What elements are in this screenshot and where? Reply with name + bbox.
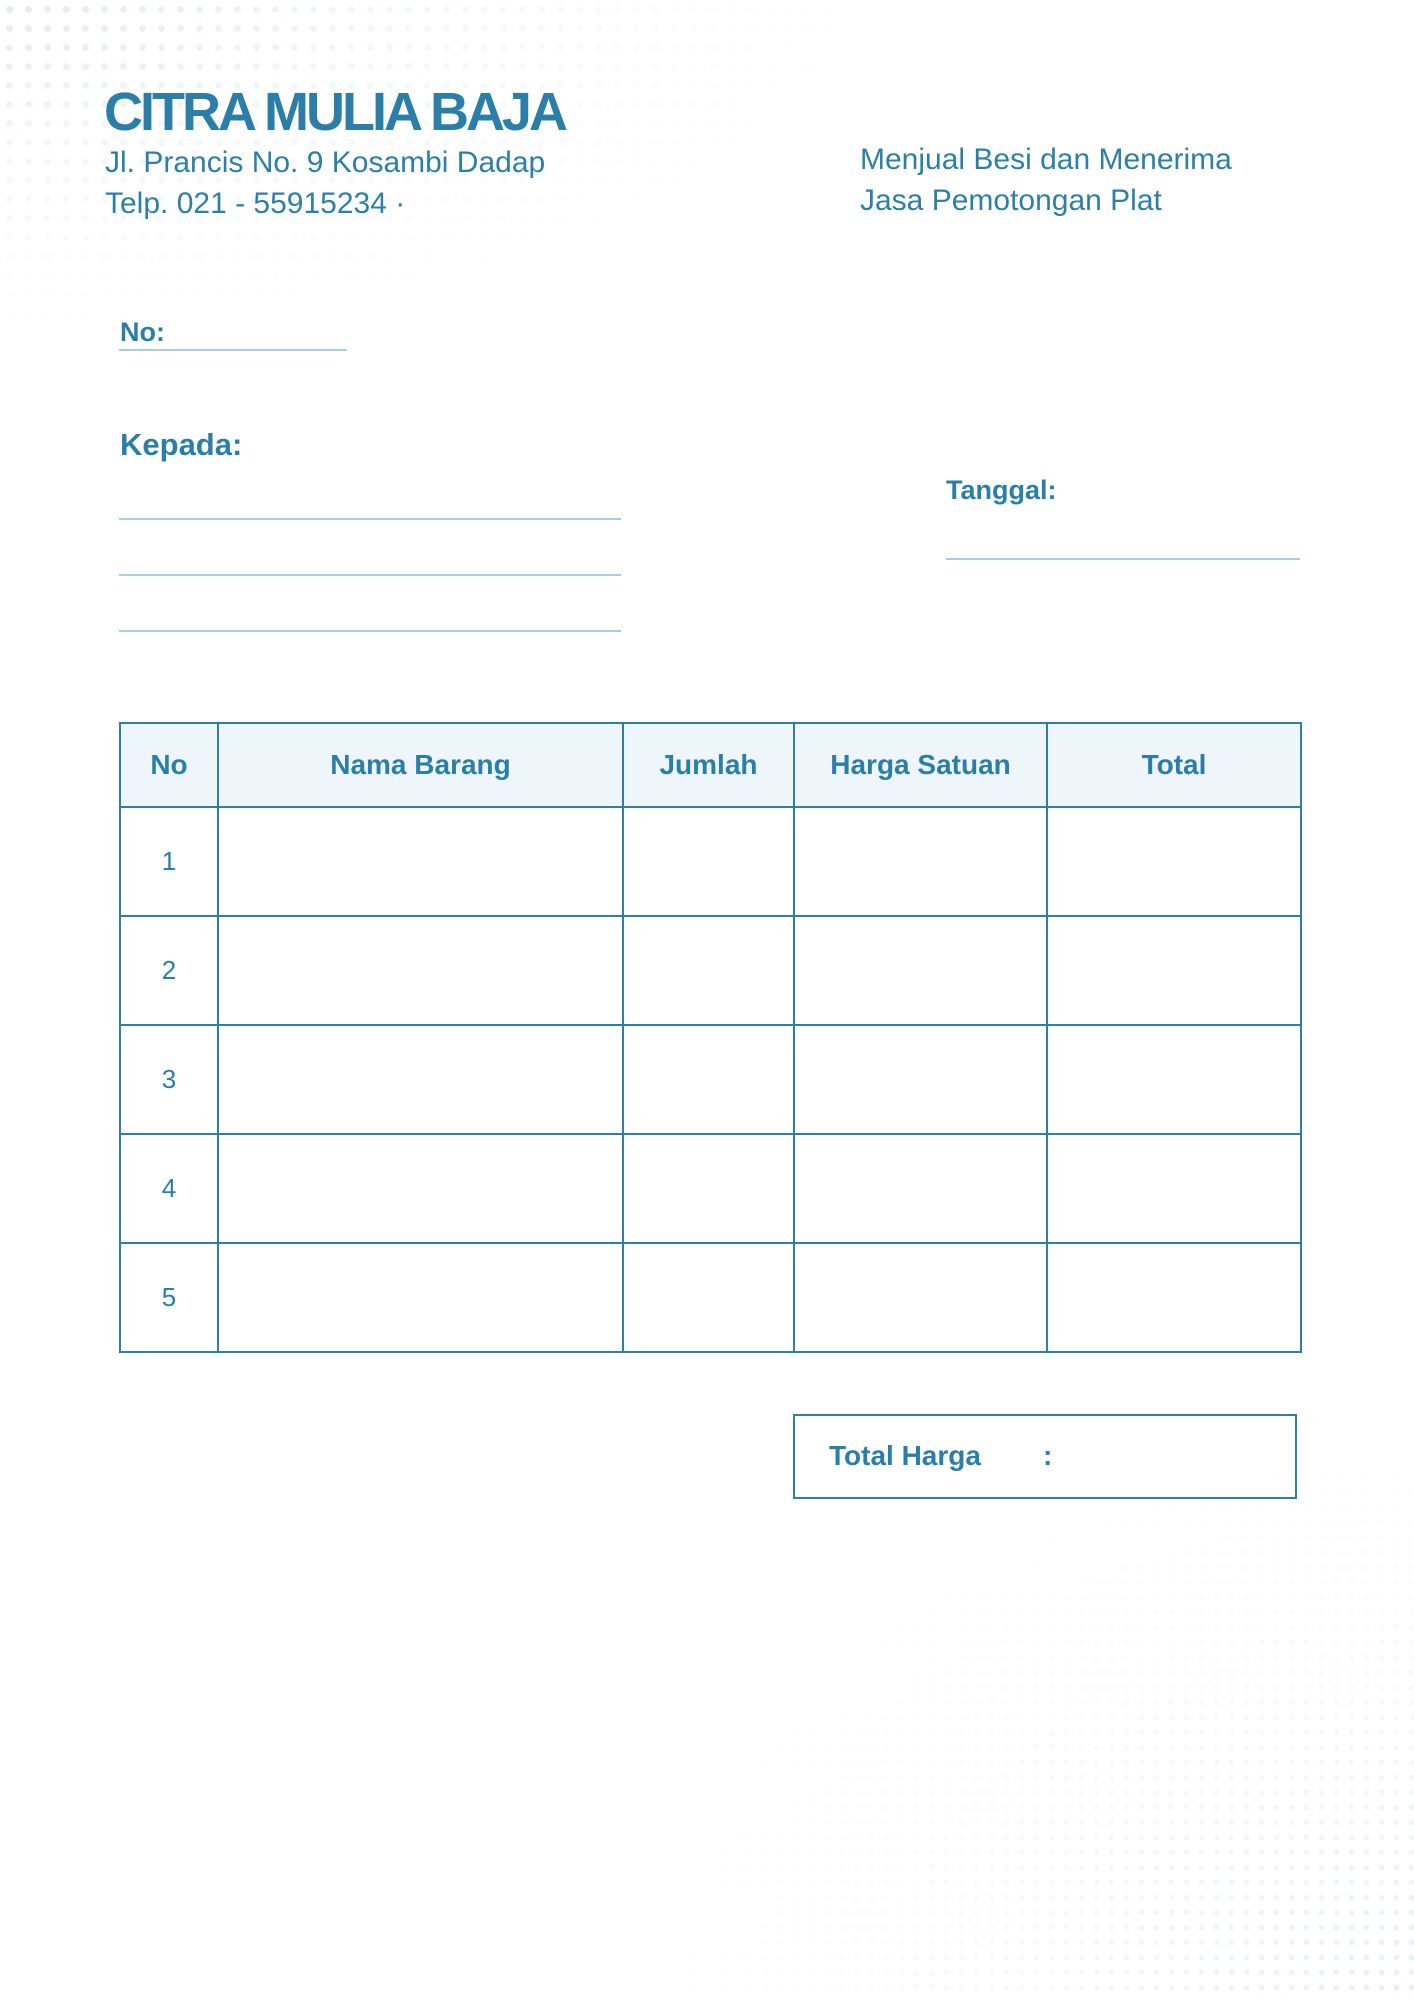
table-row: 1 xyxy=(119,806,1302,917)
cell-total[interactable] xyxy=(1046,915,1302,1026)
table-row: 2 xyxy=(119,915,1302,1026)
company-phone: Telp. 021 - 55915234 · xyxy=(105,187,406,220)
tagline-line-1: Menjual Besi dan Menerima xyxy=(860,143,1232,176)
cell-harga-satuan[interactable] xyxy=(793,915,1048,1026)
cell-jumlah[interactable] xyxy=(622,1133,795,1244)
cell-nama-barang[interactable] xyxy=(217,1133,624,1244)
row-number: 2 xyxy=(119,915,219,1026)
cell-harga-satuan[interactable] xyxy=(793,1024,1048,1135)
decorative-dot-pattern-bottom xyxy=(654,1440,1414,2000)
company-name: CITRA MULIA BAJA xyxy=(104,82,568,142)
cell-total[interactable] xyxy=(1046,1133,1302,1244)
column-header-nama-barang: Nama Barang xyxy=(217,722,624,808)
column-header-no: No xyxy=(119,722,219,808)
cell-jumlah[interactable] xyxy=(622,1242,795,1353)
row-number: 4 xyxy=(119,1133,219,1244)
cell-jumlah[interactable] xyxy=(622,1024,795,1135)
company-address: Jl. Prancis No. 9 Kosambi Dadap xyxy=(105,146,546,179)
column-header-jumlah: Jumlah xyxy=(622,722,795,808)
cell-jumlah[interactable] xyxy=(622,915,795,1026)
table-row: 4 xyxy=(119,1133,1302,1244)
row-number: 1 xyxy=(119,806,219,917)
column-header-harga-satuan: Harga Satuan xyxy=(793,722,1048,808)
cell-nama-barang[interactable] xyxy=(217,915,624,1026)
date-field[interactable] xyxy=(946,558,1300,560)
cell-harga-satuan[interactable] xyxy=(793,806,1048,917)
column-header-total: Total xyxy=(1046,722,1302,808)
tagline-line-2: Jasa Pemotongan Plat xyxy=(860,184,1162,217)
items-table: No Nama Barang Jumlah Harga Satuan Total… xyxy=(119,722,1302,1353)
cell-total[interactable] xyxy=(1046,806,1302,917)
total-price-separator: : xyxy=(1043,1440,1053,1471)
cell-jumlah[interactable] xyxy=(622,806,795,917)
table-row: 3 xyxy=(119,1024,1302,1135)
cell-nama-barang[interactable] xyxy=(217,806,624,917)
total-price-box[interactable]: Total Harga : xyxy=(793,1414,1297,1499)
cell-total[interactable] xyxy=(1046,1024,1302,1135)
date-label: Tanggal: xyxy=(946,475,1057,505)
cell-harga-satuan[interactable] xyxy=(793,1242,1048,1353)
table-row: 5 xyxy=(119,1242,1302,1353)
cell-nama-barang[interactable] xyxy=(217,1242,624,1353)
recipient-field-line-1[interactable] xyxy=(119,518,621,520)
recipient-field-line-2[interactable] xyxy=(119,574,621,576)
cell-nama-barang[interactable] xyxy=(217,1024,624,1135)
cell-total[interactable] xyxy=(1046,1242,1302,1353)
invoice-number-field[interactable] xyxy=(119,349,347,351)
row-number: 3 xyxy=(119,1024,219,1135)
recipient-field-line-3[interactable] xyxy=(119,630,621,632)
cell-harga-satuan[interactable] xyxy=(793,1133,1048,1244)
table-header-row: No Nama Barang Jumlah Harga Satuan Total xyxy=(119,722,1302,808)
row-number: 5 xyxy=(119,1242,219,1353)
recipient-label: Kepada: xyxy=(120,427,243,462)
total-price-label: Total Harga xyxy=(829,1440,981,1471)
invoice-number-label: No: xyxy=(120,317,165,347)
